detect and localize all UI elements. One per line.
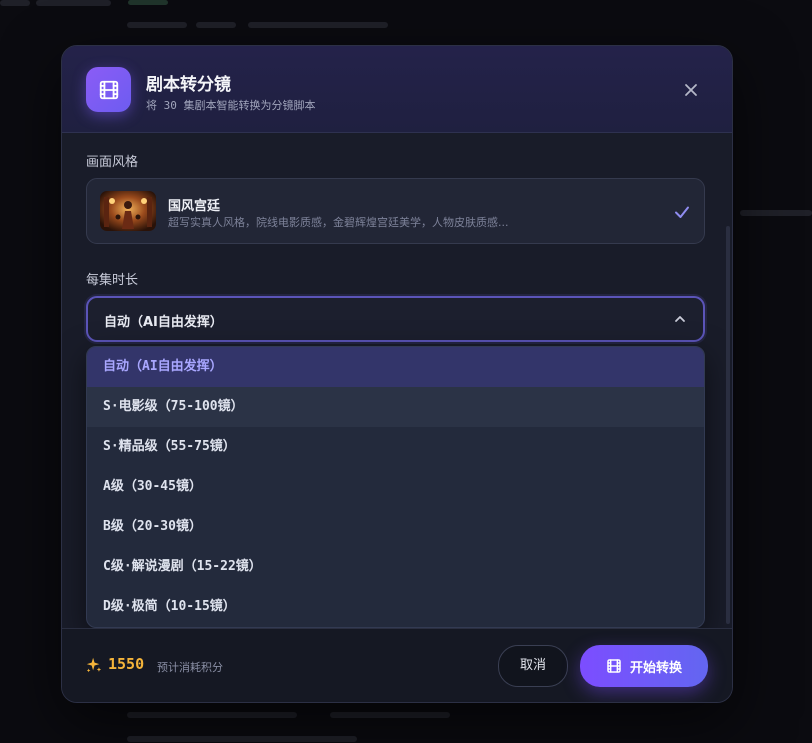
style-name: 国风宫廷 [168,199,221,214]
dialog-scrollbar[interactable] [726,226,730,624]
style-description: 超写实真人风格，院线电影质感，金碧辉煌宫廷美学，人物皮肤质感... [168,216,509,229]
duration-option[interactable]: B级（20-30镜） [87,507,704,547]
start-conversion-button[interactable]: 开始转换 [580,645,708,687]
style-option-card[interactable]: 国风宫廷 超写实真人风格，院线电影质感，金碧辉煌宫廷美学，人物皮肤质感... [86,178,705,244]
film-icon [86,67,131,112]
close-icon [685,84,697,96]
duration-option[interactable]: S·电影级（75-100镜） [87,387,704,427]
storyboard-conversion-dialog: 剧本转分镜 将 30 集剧本智能转换为分镜脚本 画面风格 国风宫廷 超写实真人风… [61,45,733,703]
duration-option[interactable]: 自动（AI自由发挥） [87,347,704,387]
dialog-footer: 1550 预计消耗积分 取消 开始转换 [62,628,732,702]
cancel-button[interactable]: 取消 [498,645,568,687]
duration-select[interactable]: 自动（AI自由发挥） [86,296,705,342]
check-icon [675,206,689,218]
duration-option[interactable]: D级·极简（10-15镜） [87,587,704,627]
points-cost-value: 1550 [108,655,145,673]
style-section-label: 画面风格 [86,155,139,170]
sparkles-icon [86,657,102,673]
duration-option[interactable]: S·精品级（55-75镜） [87,427,704,467]
close-button[interactable] [680,79,702,101]
duration-section-label: 每集时长 [86,273,139,288]
duration-select-value: 自动（AI自由发挥） [104,315,223,330]
dialog-subtitle: 将 30 集剧本智能转换为分镜脚本 [146,99,316,112]
style-thumbnail-image [100,191,156,231]
chevron-up-icon [675,316,685,322]
duration-option[interactable]: C级·解说漫剧（15-22镜） [87,547,704,587]
duration-dropdown-menu: 自动（AI自由发挥） S·电影级（75-100镜） S·精品级（55-75镜） … [86,346,705,628]
film-icon [607,659,621,673]
points-cost-label: 预计消耗积分 [157,661,223,674]
dialog-title: 剧本转分镜 [146,75,231,95]
duration-option[interactable]: A级（30-45镜） [87,467,704,507]
start-conversion-label: 开始转换 [629,660,682,676]
dialog-header: 剧本转分镜 将 30 集剧本智能转换为分镜脚本 [62,46,732,133]
